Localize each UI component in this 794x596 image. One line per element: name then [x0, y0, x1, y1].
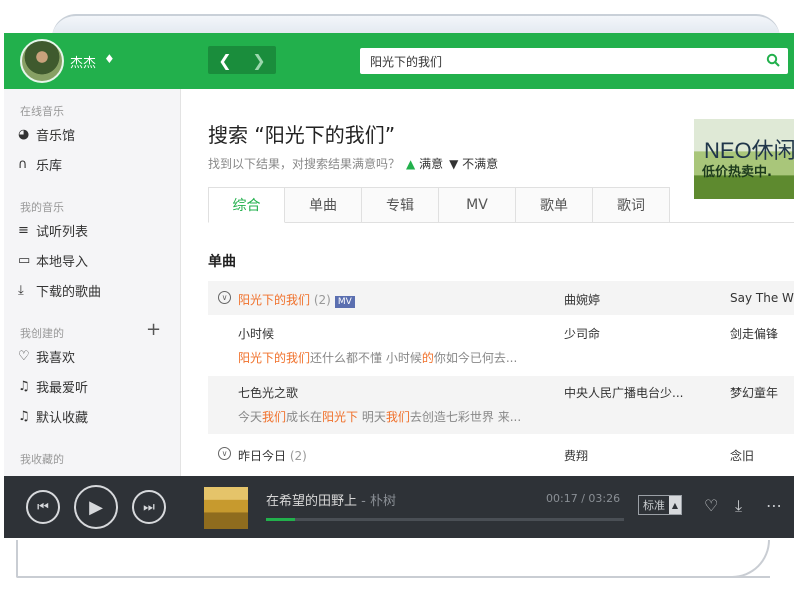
play-icon[interactable]: ▶: [74, 485, 118, 529]
song-title[interactable]: 阳光下的我们 (2) MV: [238, 291, 355, 308]
playback-time: 00:17 / 03:26: [546, 492, 621, 505]
lyric-snippet: 阳光下的我们还什么都不懂 小时候的你如今已何去...: [238, 351, 518, 365]
thumb-down-icon: ▼: [449, 157, 459, 171]
thumb-up-icon: ▲: [406, 157, 416, 171]
song-artist[interactable]: 中央人民广播电台少...: [564, 384, 683, 401]
list-icon: ≡: [18, 223, 29, 238]
song-title[interactable]: 昨日今日 (2): [238, 447, 307, 464]
section-title: 单曲: [208, 254, 236, 270]
sidebar-item-local-import[interactable]: ▭ 本地导入: [18, 251, 88, 270]
add-playlist-icon[interactable]: +: [146, 319, 161, 340]
mv-badge[interactable]: MV: [334, 296, 355, 308]
expand-circle-icon[interactable]: ∨: [218, 291, 231, 304]
history-nav: ❮ ❯: [208, 46, 276, 74]
more-icon[interactable]: ⋯: [766, 496, 782, 515]
satisfied-button[interactable]: ▲ 满意: [406, 155, 443, 172]
search-feedback: 找到以下结果，对搜索结果满意吗？ ▲ 满意 ▼ 不满意: [208, 155, 498, 172]
song-album[interactable]: 念旧: [730, 447, 754, 464]
window-frame-bottom: [16, 540, 770, 578]
sidebar-item-label: 下载的歌曲: [36, 285, 102, 300]
song-album[interactable]: 剑走偏锋: [730, 325, 778, 342]
tab-songs[interactable]: 单曲: [285, 187, 362, 223]
tab-playlists[interactable]: 歌单: [516, 187, 593, 223]
heart-icon[interactable]: ♡: [704, 496, 718, 515]
forward-arrow-icon[interactable]: ❯: [242, 46, 276, 74]
lyric-snippet: 今天我们成长在阳光下 明天我们去创造七彩世界 来...: [238, 410, 522, 424]
vip-diamond-icon[interactable]: ♦: [104, 52, 115, 66]
sidebar-item-label: 乐库: [36, 159, 63, 174]
song-row[interactable]: ∨ 昨日今日 (2) 费翔 念旧: [208, 437, 794, 471]
player-bar: ⏮ ▶ ⏭ 在希望的田野上 - 朴树 00:17 / 03:26 标准 ▲ ♡ ⤓…: [4, 476, 794, 538]
song-artist[interactable]: 少司命: [564, 325, 600, 342]
search-input[interactable]: 阳光下的我们: [370, 53, 442, 70]
sidebar-section-online: 在线音乐: [20, 105, 64, 118]
top-bar: 杰杰 ♦ ❮ ❯ 阳光下的我们: [4, 33, 794, 89]
sidebar-item-library[interactable]: ∩ 乐库: [18, 155, 62, 174]
album-cover[interactable]: [204, 487, 248, 529]
sidebar-item-label: 我喜欢: [36, 351, 76, 366]
sidebar-item-label: 音乐馆: [36, 129, 76, 144]
music-hall-icon: ◕: [18, 127, 30, 142]
song-row[interactable]: ∨ 阳光下的我们 (2) MV 曲婉婷 Say The W: [208, 281, 794, 315]
previous-track-icon[interactable]: ⏮: [26, 490, 60, 524]
sidebar: 在线音乐 ◕ 音乐馆 ∩ 乐库 我的音乐 ≡ 试听列表 ▭ 本地导入 ⤓ 下载的…: [4, 89, 181, 476]
next-track-icon[interactable]: ⏭: [132, 490, 166, 524]
heart-icon: ♡: [18, 349, 30, 364]
now-playing[interactable]: 在希望的田野上 - 朴树: [266, 490, 396, 509]
page-title: 搜索 “阳光下的我们”: [208, 123, 396, 147]
song-artist[interactable]: 曲婉婷: [564, 291, 600, 308]
banner-subline: 低价热卖中.: [702, 165, 772, 180]
feedback-question: 找到以下结果，对搜索结果满意吗？: [208, 157, 401, 171]
sidebar-section-created: 我创建的: [20, 327, 64, 340]
song-row[interactable]: 小时候 少司命 剑走偏锋 阳光下的我们还什么都不懂 小时候的你如今已何去...: [208, 317, 794, 375]
music-note-icon: ♫: [18, 409, 30, 424]
sidebar-item-label: 默认收藏: [36, 411, 89, 426]
tab-mv[interactable]: MV: [439, 187, 516, 223]
result-tabs: 综合 单曲 专辑 MV 歌单 歌词: [208, 187, 670, 223]
monitor-icon: ▭: [18, 253, 31, 268]
user-avatar[interactable]: [20, 39, 64, 83]
search-results-panel: 搜索 “阳光下的我们” 找到以下结果，对搜索结果满意吗？ ▲ 满意 ▼ 不满意 …: [182, 89, 794, 476]
song-row[interactable]: 七色光之歌 中央人民广播电台少... 梦幻童年 今天我们成长在阳光下 明天我们去…: [208, 376, 794, 434]
sidebar-item-default-collection[interactable]: ♫ 默认收藏: [18, 407, 88, 426]
sidebar-section-collected: 我收藏的: [20, 453, 64, 466]
caret-up-icon: ▲: [669, 496, 681, 514]
sidebar-item-label: 我最爱听: [36, 381, 89, 396]
back-arrow-icon[interactable]: ❮: [208, 46, 242, 74]
sidebar-item-trial-list[interactable]: ≡ 试听列表: [18, 221, 88, 240]
sidebar-item-label: 试听列表: [36, 225, 89, 240]
username[interactable]: 杰杰: [70, 52, 96, 71]
progress-fill: [266, 518, 296, 521]
sidebar-item-music-hall[interactable]: ◕ 音乐馆: [18, 125, 75, 144]
expand-circle-icon[interactable]: ∨: [218, 447, 231, 460]
ad-banner[interactable]: NEO休闲 低价热卖中.: [694, 119, 794, 199]
music-app-window: 杰杰 ♦ ❮ ❯ 阳光下的我们 在线音乐 ◕ 音乐馆 ∩ 乐库 我的音乐 ≡ 试…: [4, 33, 794, 538]
music-note-icon: ♫: [18, 379, 30, 394]
search-box[interactable]: 阳光下的我们: [360, 48, 788, 74]
song-title[interactable]: 七色光之歌: [238, 384, 298, 401]
headphones-icon: ∩: [18, 157, 28, 172]
song-title[interactable]: 小时候: [238, 325, 274, 342]
sidebar-item-downloaded[interactable]: ⤓ 下载的歌曲: [18, 281, 101, 300]
search-icon[interactable]: [766, 53, 780, 67]
progress-bar[interactable]: [266, 518, 624, 521]
quality-select[interactable]: 标准 ▲: [638, 495, 682, 515]
tab-all[interactable]: 综合: [208, 187, 285, 223]
song-artist[interactable]: 费翔: [564, 447, 588, 464]
tab-albums[interactable]: 专辑: [362, 187, 439, 223]
song-album[interactable]: Say The W: [730, 291, 794, 305]
download-icon[interactable]: ⤓: [735, 496, 742, 516]
unsatisfied-button[interactable]: ▼ 不满意: [449, 155, 498, 172]
download-icon: ⤓: [18, 283, 24, 298]
sidebar-item-my-likes[interactable]: ♡ 我喜欢: [18, 347, 75, 366]
sidebar-section-my-music: 我的音乐: [20, 201, 64, 214]
song-album[interactable]: 梦幻童年: [730, 384, 778, 401]
tab-lyrics[interactable]: 歌词: [593, 187, 670, 223]
sidebar-item-label: 本地导入: [36, 255, 89, 270]
sidebar-item-most-loved[interactable]: ♫ 我最爱听: [18, 377, 88, 396]
